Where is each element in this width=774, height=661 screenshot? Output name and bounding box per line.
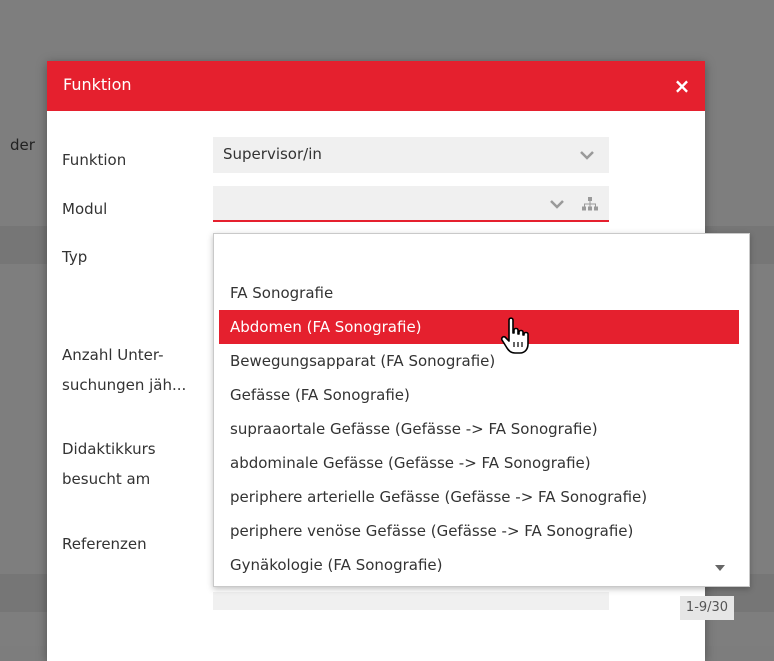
didaktik-label-line2: besucht am <box>62 470 151 488</box>
anzahl-label-line2: suchungen jäh... <box>62 376 187 394</box>
anzahl-label-line1: Anzahl Unter- <box>62 346 164 364</box>
dropdown-option[interactable]: Gefässe (FA Sonografie) <box>219 378 739 412</box>
hand-pointer-cursor-icon <box>500 317 529 354</box>
referenzen-field[interactable] <box>213 592 609 610</box>
funktion-select-value: Supervisor/in <box>223 145 322 163</box>
dialog-title: Funktion <box>63 75 132 94</box>
org-chart-icon[interactable] <box>581 195 599 213</box>
dropdown-option[interactable]: supraaortale Gefässe (Gefässe -> FA Sono… <box>219 412 739 446</box>
dropdown-option[interactable]: Gynäkologie (FA Sonografie) <box>219 548 739 582</box>
modul-select[interactable] <box>213 186 609 222</box>
funktion-select[interactable]: Supervisor/in <box>213 137 609 173</box>
didaktik-label-line1: Didaktikkurs <box>62 440 156 458</box>
dropdown-option[interactable]: periphere venöse Gefässe (Gefässe -> FA … <box>219 514 739 548</box>
scroll-down-arrow-icon[interactable] <box>710 558 730 578</box>
funktion-label: Funktion <box>62 151 127 169</box>
referenzen-label: Referenzen <box>62 535 147 553</box>
dropdown-option[interactable]: Bewegungsapparat (FA Sonografie) <box>219 344 739 378</box>
dialog-header: Funktion × <box>47 61 705 111</box>
pager-label: 1-9/30 <box>680 596 734 620</box>
chevron-down-icon[interactable] <box>547 194 567 214</box>
close-icon: × <box>673 74 691 98</box>
close-button[interactable]: × <box>669 73 695 99</box>
typ-label: Typ <box>62 248 88 266</box>
dropdown-option[interactable]: FA Sonografie <box>219 276 739 310</box>
modul-dropdown-list[interactable]: FA Sonografie Abdomen (FA Sonografie) Be… <box>213 233 750 587</box>
modul-label: Modul <box>62 200 108 218</box>
dropdown-option[interactable]: periphere arterielle Gefässe (Gefässe ->… <box>219 480 739 514</box>
dropdown-option-highlighted[interactable]: Abdomen (FA Sonografie) <box>219 310 739 344</box>
chevron-down-icon[interactable] <box>577 145 597 165</box>
dropdown-option[interactable]: abdominale Gefässe (Gefässe -> FA Sonogr… <box>219 446 739 480</box>
background-label: der <box>10 136 35 154</box>
